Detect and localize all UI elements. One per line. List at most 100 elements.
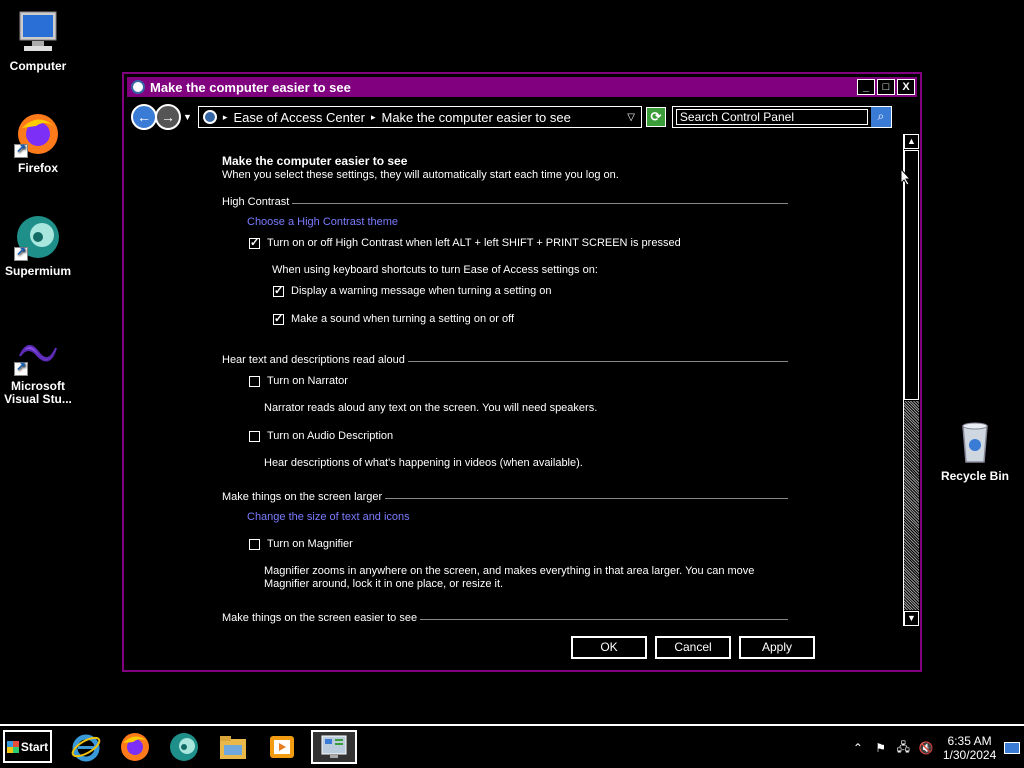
search-icon: ⌕ — [877, 109, 885, 123]
magnifier-checkbox[interactable] — [249, 538, 260, 550]
visual-studio-icon — [14, 328, 62, 376]
window-title: Make the computer easier to see — [150, 79, 351, 95]
address-toolbar: ← → ▼ ▸ Ease of Access Center ▸ Make the… — [127, 101, 917, 133]
desktop-icon-label: Recycle Bin — [940, 469, 1010, 483]
window-titlebar[interactable]: Make the computer easier to see _ □ X — [127, 77, 917, 97]
start-label: Start — [20, 739, 49, 754]
action-center-flag-icon[interactable]: ⚑ — [873, 741, 889, 755]
address-dropdown-icon[interactable]: ▽ — [627, 112, 635, 123]
scroll-thumb[interactable] — [904, 150, 919, 400]
settings-content: Make the computer easier to see When you… — [127, 134, 903, 624]
close-button[interactable]: X — [897, 79, 915, 95]
group-high-contrast: High Contrast — [222, 196, 788, 209]
text-size-link[interactable]: Change the size of text and icons — [247, 511, 410, 523]
narrator-checkbox[interactable] — [249, 375, 260, 387]
refresh-icon: ⟳ — [650, 109, 662, 124]
breadcrumb-current-page[interactable]: Make the computer easier to see — [382, 110, 571, 125]
ease-of-access-icon — [131, 80, 145, 94]
search-button[interactable]: ⌕ — [870, 107, 891, 127]
warning-message-option[interactable]: Display a warning message when turning a… — [273, 284, 788, 297]
group-easier-to-see: Make things on the screen easier to see — [222, 612, 788, 624]
desktop-icon-recycle-bin[interactable]: Recycle Bin — [937, 418, 1013, 483]
taskbar-file-explorer[interactable] — [213, 730, 253, 764]
narrator-label: Turn on Narrator — [267, 375, 348, 387]
narrator-option[interactable]: Turn on Narrator — [249, 375, 788, 387]
cancel-button[interactable]: Cancel — [655, 636, 731, 659]
audio-description-label: Turn on Audio Description — [267, 430, 394, 442]
clock[interactable]: 6:35 AM 1/30/2024 — [943, 734, 996, 762]
forward-button[interactable]: → — [155, 104, 181, 130]
taskbar-firefox[interactable] — [115, 730, 155, 764]
show-desktop-button[interactable] — [1004, 742, 1021, 754]
arrow-right-icon: → — [161, 109, 175, 125]
shortcut-arrow-icon — [14, 142, 28, 158]
clock-date: 1/30/2024 — [942, 748, 997, 762]
maximize-button[interactable]: □ — [877, 79, 895, 95]
mouse-cursor-icon — [900, 168, 912, 186]
narrator-description: Narrator reads aloud any text on the scr… — [264, 402, 598, 414]
breadcrumb-separator-icon[interactable]: ▸ — [223, 112, 228, 123]
desktop-icon-firefox[interactable]: Firefox — [0, 110, 76, 175]
media-player-icon — [270, 736, 294, 758]
sound-option[interactable]: Make a sound when turning a setting on o… — [273, 312, 788, 325]
volume-muted-icon[interactable]: 🔇 — [918, 741, 934, 755]
high-contrast-theme-link[interactable]: Choose a High Contrast theme — [247, 216, 398, 228]
refresh-button[interactable]: ⟳ — [645, 107, 666, 127]
scroll-up-button[interactable]: ▲ — [904, 134, 919, 149]
ok-button[interactable]: OK — [571, 636, 647, 659]
warning-message-label: Display a warning message when turning a… — [291, 285, 552, 297]
audio-description-text: Hear descriptions of what's happening in… — [264, 457, 583, 469]
sound-label: Make a sound when turning a setting on o… — [291, 313, 514, 325]
desktop-icon-label: Firefox — [17, 161, 58, 175]
internet-explorer-icon — [71, 734, 101, 762]
file-explorer-icon — [220, 736, 246, 759]
page-subheading: When you select these settings, they wil… — [222, 169, 619, 181]
scroll-track[interactable] — [904, 401, 919, 610]
taskbar-control-panel[interactable] — [311, 730, 357, 764]
breadcrumb-separator-icon[interactable]: ▸ — [371, 112, 376, 123]
breadcrumb-ease-of-access-center[interactable]: Ease of Access Center — [233, 110, 365, 125]
taskbar-media-player[interactable] — [262, 730, 302, 764]
desktop-icon-computer[interactable]: Computer — [0, 8, 76, 73]
recent-pages-dropdown[interactable]: ▼ — [183, 112, 192, 122]
magnifier-label: Turn on Magnifier — [267, 538, 353, 550]
apply-button[interactable]: Apply — [739, 636, 815, 659]
desktop-icon-visual-studio[interactable]: Microsoft Visual Stu... — [0, 328, 76, 406]
supermium-icon — [14, 213, 62, 261]
show-hidden-icons-chevron-up-icon[interactable]: ⌃ — [850, 741, 866, 755]
high-contrast-shortcut-option[interactable]: Turn on or off High Contrast when left A… — [249, 236, 788, 249]
windows-logo-icon — [6, 740, 19, 753]
clock-time: 6:35 AM — [947, 734, 992, 748]
network-icon[interactable]: 🖧 — [895, 738, 911, 759]
magnifier-description: Magnifier zooms in anywhere on the scree… — [264, 565, 755, 590]
start-button[interactable]: Start — [3, 730, 52, 763]
search-box: Search Control Panel ⌕ — [671, 106, 892, 128]
control-panel-icon — [321, 735, 347, 758]
firefox-icon — [121, 733, 149, 761]
address-bar[interactable]: ▸ Ease of Access Center ▸ Make the compu… — [197, 106, 642, 128]
search-input[interactable]: Search Control Panel — [675, 109, 868, 125]
taskbar-internet-explorer[interactable] — [66, 730, 106, 764]
minimize-button[interactable]: _ — [857, 79, 875, 95]
system-tray: ⌃ ⚑ 🖧 🔇 6:35 AM 1/30/2024 — [850, 732, 1021, 764]
shortcut-note: When using keyboard shortcuts to turn Ea… — [272, 264, 598, 276]
warning-message-checkbox[interactable] — [273, 284, 284, 297]
high-contrast-shortcut-label: Turn on or off High Contrast when left A… — [267, 237, 681, 249]
audio-description-checkbox[interactable] — [249, 430, 260, 442]
arrow-left-icon: ← — [137, 109, 151, 125]
magnifier-option[interactable]: Turn on Magnifier — [249, 538, 788, 550]
computer-icon — [14, 8, 62, 56]
supermium-icon — [170, 733, 198, 761]
vertical-scrollbar[interactable]: ▲ ▼ — [903, 134, 919, 626]
desktop-icon-supermium[interactable]: Supermium — [0, 213, 76, 278]
sound-checkbox[interactable] — [273, 312, 284, 325]
high-contrast-shortcut-checkbox[interactable] — [249, 236, 260, 249]
desktop-icon-label: Supermium — [4, 264, 71, 278]
scroll-down-button[interactable]: ▼ — [904, 611, 919, 626]
audio-description-option[interactable]: Turn on Audio Description — [249, 430, 788, 442]
back-button[interactable]: ← — [131, 104, 157, 130]
shortcut-arrow-icon — [14, 360, 28, 376]
ease-of-access-window: Make the computer easier to see _ □ X ← … — [122, 72, 922, 672]
taskbar-supermium[interactable] — [164, 730, 204, 764]
shortcut-arrow-icon — [14, 245, 28, 261]
